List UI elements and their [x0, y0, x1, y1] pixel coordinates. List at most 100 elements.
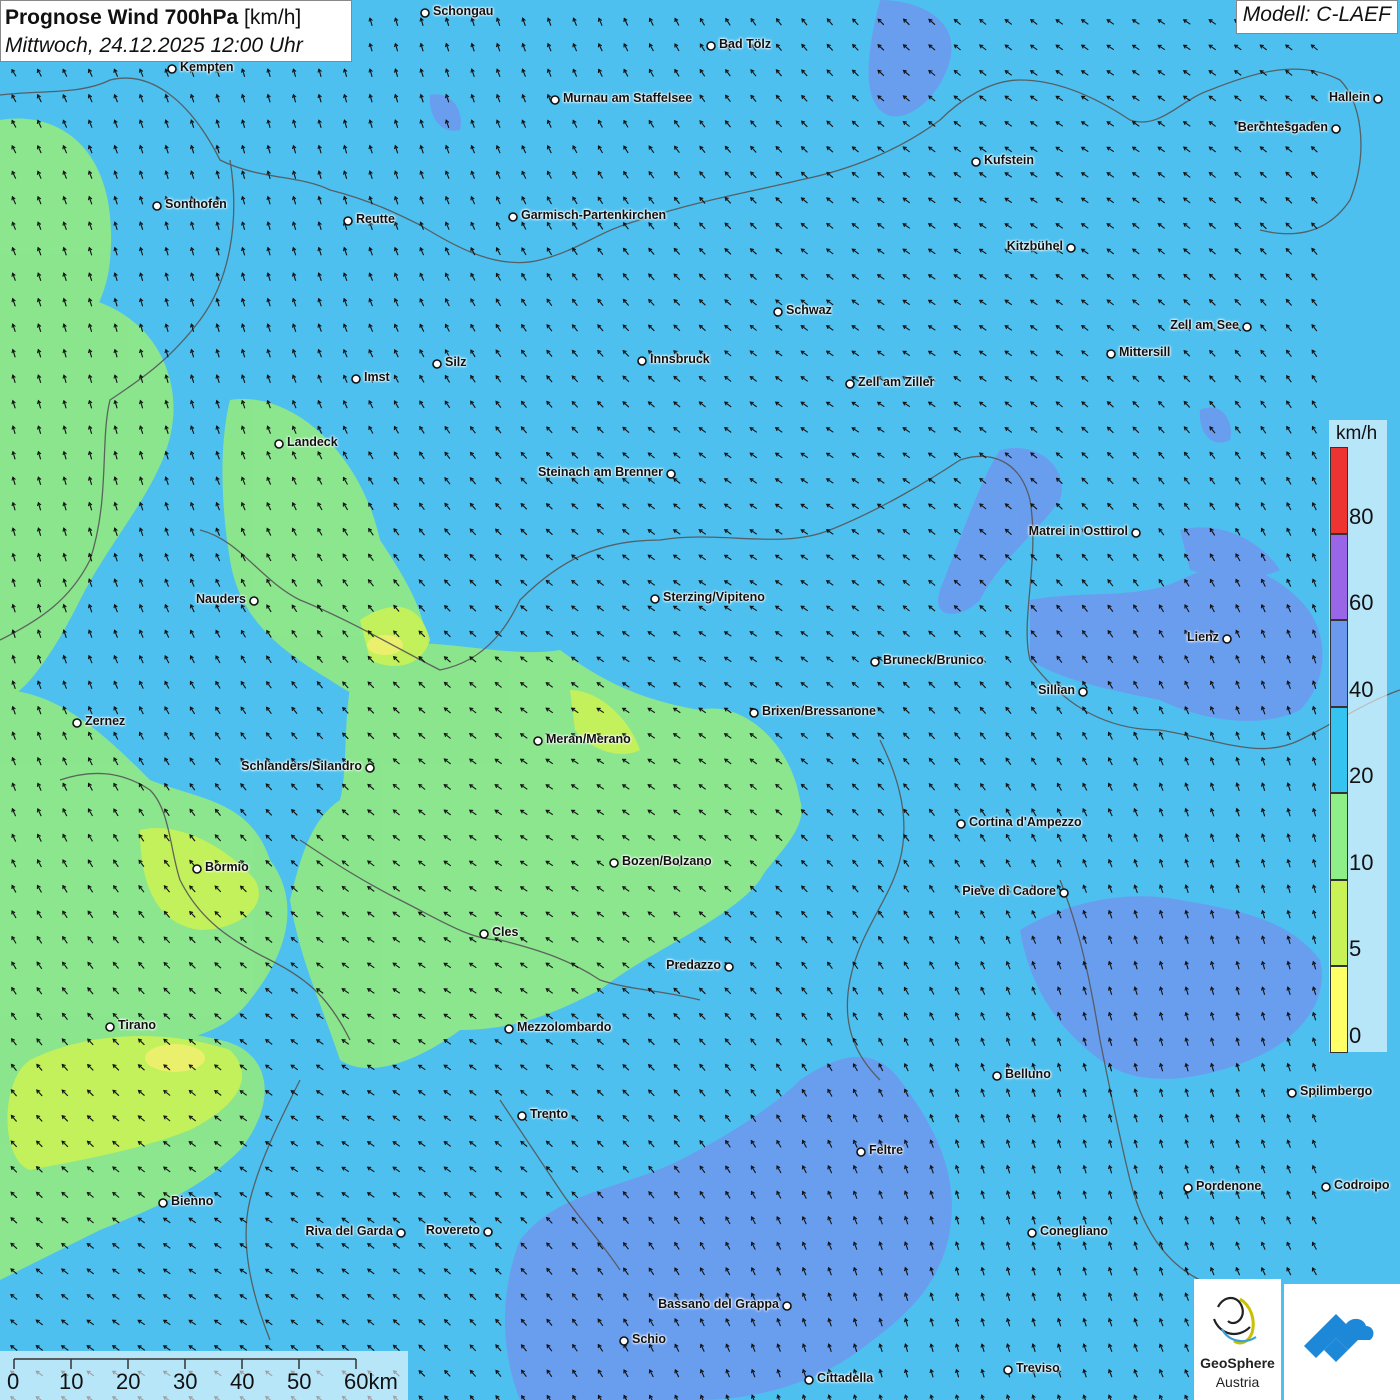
city-label: Schlanders/Silandro	[241, 759, 362, 773]
legend-label: 60	[1349, 590, 1374, 615]
city-label: Bassano del Grappa	[658, 1297, 779, 1311]
city-label: Schio	[632, 1332, 667, 1346]
city-dot	[782, 1301, 792, 1311]
city-label: Reutte	[356, 212, 395, 226]
city-label: Mittersill	[1119, 345, 1171, 359]
city-dot	[856, 1147, 866, 1157]
city-dot	[105, 1022, 115, 1032]
city-dot	[992, 1071, 1002, 1081]
city-label: Kempten	[180, 60, 234, 74]
city-dot	[650, 594, 660, 604]
city-dot	[420, 8, 430, 18]
scale-label: 10	[59, 1369, 84, 1394]
title-unit: [km/h]	[244, 6, 302, 29]
city-label: Matrei in Osttirol	[1028, 524, 1128, 538]
city-dot	[167, 64, 177, 74]
geosphere-text: GeoSphere	[1200, 1355, 1275, 1371]
city-dot	[1183, 1183, 1193, 1193]
city-label: Treviso	[1016, 1361, 1060, 1375]
city-label: Imst	[364, 370, 390, 384]
city-dot	[845, 379, 855, 389]
city-dot	[870, 657, 880, 667]
scale-label: 0	[7, 1369, 20, 1394]
legend-swatch	[1330, 879, 1348, 966]
city-dot	[609, 858, 619, 868]
city-label: Brixen/Bressanone	[762, 704, 876, 718]
city-label: Cortina d'Ampezzo	[969, 815, 1082, 829]
app-logo	[1284, 1284, 1400, 1400]
map-title-box: Prognose Wind 700hPa [km/h] Mittwoch, 24…	[0, 0, 352, 62]
legend-label: 5	[1349, 936, 1362, 961]
city-dot	[158, 1198, 168, 1208]
city-label: Steinach am Brenner	[537, 465, 663, 479]
title-main: Prognose Wind 700hPa	[5, 6, 239, 29]
scale-label: 30	[173, 1369, 198, 1394]
city-dot	[365, 763, 375, 773]
legend-label: 80	[1349, 503, 1374, 529]
city-label: Sillian	[1038, 683, 1075, 697]
austria-text: Austria	[1215, 1374, 1260, 1390]
city-dot	[517, 1111, 527, 1121]
city-label: Kufstein	[984, 153, 1034, 167]
forecast-time: Mittwoch, 24.12.2025 12:00 Uhr	[5, 34, 303, 57]
city-label: Murnau am Staffelsee	[563, 91, 693, 105]
legend-label: 10	[1349, 849, 1374, 875]
city-dot	[619, 1336, 629, 1346]
city-dot	[1027, 1228, 1037, 1238]
city-label: Bad Tölz	[719, 37, 772, 51]
city-label: Spilimbergo	[1300, 1084, 1373, 1098]
legend-swatch	[1330, 533, 1348, 620]
city-dot	[666, 469, 676, 479]
city-label: Berchtesgaden	[1237, 120, 1328, 134]
city-label: Zernez	[85, 714, 126, 728]
legend-swatch	[1330, 966, 1348, 1053]
city-dot	[343, 216, 353, 226]
mountain-cloud-icon	[1304, 1314, 1374, 1362]
scale-bar: 0 10 20 30 40 50 60km	[0, 1351, 408, 1400]
city-dot	[956, 819, 966, 829]
city-label: Belluno	[1005, 1067, 1051, 1081]
legend-unit: km/h	[1336, 423, 1378, 444]
legend-swatch	[1330, 706, 1348, 793]
city-label: Sterzing/Vipiteno	[663, 590, 765, 604]
city-dot	[508, 212, 518, 222]
city-dot	[1078, 687, 1088, 697]
city-label: Landeck	[287, 435, 338, 449]
city-label: Conegliano	[1040, 1224, 1109, 1238]
city-label: Bozen/Bolzano	[622, 854, 712, 868]
city-dot	[550, 95, 560, 105]
city-dot	[1106, 349, 1116, 359]
city-dot	[1222, 634, 1232, 644]
city-dot	[773, 307, 783, 317]
city-label: Bruneck/Brunico	[883, 653, 984, 667]
city-dot	[351, 374, 361, 384]
city-dot	[804, 1375, 814, 1385]
city-dot	[249, 596, 259, 606]
city-dot	[483, 1227, 493, 1237]
city-label: Hallein	[1329, 90, 1370, 104]
legend-label: 0	[1349, 1022, 1362, 1048]
city-label: Mezzolombardo	[517, 1020, 612, 1034]
city-label: Trento	[530, 1107, 569, 1121]
city-label: Tirano	[118, 1018, 156, 1032]
city-label: Innsbruck	[650, 352, 710, 366]
map-title: Prognose Wind 700hPa [km/h]	[5, 4, 347, 32]
city-dot	[971, 157, 981, 167]
city-dot	[706, 41, 716, 51]
city-label: Sonthofen	[165, 197, 227, 211]
city-dot	[1321, 1182, 1331, 1192]
city-label: Bienno	[171, 1194, 214, 1208]
city-dot	[432, 359, 442, 369]
legend-label: 40	[1349, 676, 1374, 702]
city-dot	[479, 929, 489, 939]
city-label: Meran/Merano	[546, 732, 631, 746]
city-dot	[1131, 528, 1141, 538]
city-label: Garmisch-Partenkirchen	[521, 208, 667, 222]
city-dot	[152, 201, 162, 211]
city-dot	[72, 718, 82, 728]
city-dot	[1373, 94, 1383, 104]
city-label: Codroipo	[1334, 1178, 1390, 1192]
city-dot	[396, 1228, 406, 1238]
wind-forecast-map: Schongau Bad Tölz Kempten Murnau am Staffel…	[0, 0, 1400, 1400]
city-label: Schwaz	[786, 303, 832, 317]
